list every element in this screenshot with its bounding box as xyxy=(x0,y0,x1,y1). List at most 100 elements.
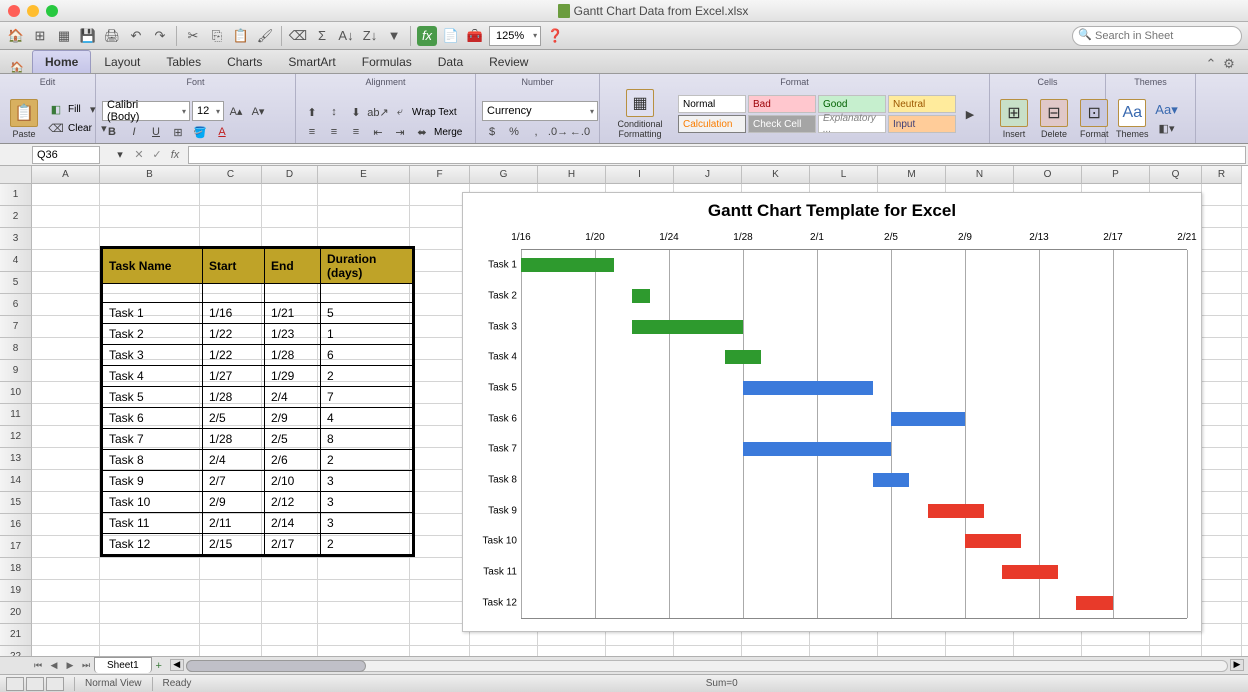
header-end[interactable]: End xyxy=(265,249,321,284)
scroll-left-icon[interactable]: ◀ xyxy=(170,659,184,671)
table-empty-row[interactable] xyxy=(103,284,413,303)
col-header[interactable]: H xyxy=(538,166,606,184)
col-header[interactable]: D xyxy=(262,166,318,184)
filter-icon[interactable]: ▼ xyxy=(384,26,404,46)
cell[interactable]: 4 xyxy=(321,408,413,429)
header-start[interactable]: Start xyxy=(203,249,265,284)
gear-icon[interactable]: ⚙ xyxy=(1220,55,1238,73)
cell[interactable]: 1/21 xyxy=(265,303,321,324)
col-header[interactable]: R xyxy=(1202,166,1242,184)
zoom-selector[interactable]: 125% xyxy=(489,26,541,46)
toolbox-icon[interactable]: 🧰 xyxy=(465,26,485,46)
sheet-tab-active[interactable]: Sheet1 xyxy=(94,657,152,673)
scroll-right-icon[interactable]: ▶ xyxy=(1230,659,1244,671)
theme-colors-icon[interactable]: ◧▾ xyxy=(1157,120,1177,138)
col-header[interactable]: G xyxy=(470,166,538,184)
print-icon[interactable]: 🖨 xyxy=(102,26,122,46)
cell[interactable]: 3 xyxy=(321,492,413,513)
col-header[interactable]: C xyxy=(200,166,262,184)
row-header[interactable]: 18 xyxy=(0,558,32,580)
cell[interactable]: 2/5 xyxy=(203,408,265,429)
cell[interactable]: 8 xyxy=(321,429,413,450)
orientation-icon[interactable]: ab↗ xyxy=(368,103,388,121)
eraser-icon[interactable]: ⌫ xyxy=(46,120,66,138)
gantt-bar[interactable] xyxy=(521,258,614,272)
cells-viewport[interactable]: Task Name Start End Duration (days) Task… xyxy=(32,184,1248,656)
insert-button[interactable]: ⊞Insert xyxy=(996,97,1032,141)
themes-button[interactable]: AaThemes xyxy=(1112,97,1153,141)
tab-smartart[interactable]: SmartArt xyxy=(275,50,348,73)
row-header[interactable]: 16 xyxy=(0,514,32,536)
col-header[interactable]: E xyxy=(318,166,410,184)
row-header[interactable]: 5 xyxy=(0,272,32,294)
style-explanatory[interactable]: Explanatory ... xyxy=(818,115,886,133)
header-task[interactable]: Task Name xyxy=(103,249,203,284)
wrap-text-icon[interactable]: ⤶ xyxy=(390,103,410,121)
cell[interactable]: Task 1 xyxy=(103,303,203,324)
scroll-thumb[interactable] xyxy=(186,660,366,672)
delete-button[interactable]: ⊟Delete xyxy=(1036,97,1072,141)
cell[interactable]: 1/22 xyxy=(203,345,265,366)
font-name-selector[interactable]: Calibri (Body) xyxy=(102,101,190,121)
increase-font-icon[interactable]: A▴ xyxy=(226,102,246,120)
fill-color-icon[interactable]: 🪣 xyxy=(190,123,210,141)
collapse-ribbon-icon[interactable]: ⌃ xyxy=(1202,55,1220,73)
gantt-bar[interactable] xyxy=(632,289,650,303)
table-row[interactable]: Task 122/152/172 xyxy=(103,534,413,555)
cell[interactable]: 2 xyxy=(321,534,413,555)
gantt-bar[interactable] xyxy=(632,320,743,334)
cell[interactable]: 2/17 xyxy=(265,534,321,555)
cell[interactable]: 2/7 xyxy=(203,471,265,492)
maximize-icon[interactable] xyxy=(46,5,58,17)
select-all-corner[interactable] xyxy=(0,166,32,184)
merge-icon[interactable]: ⬌ xyxy=(412,123,432,141)
gantt-chart[interactable]: Gantt Chart Template for Excel 1/161/201… xyxy=(462,192,1202,632)
col-header[interactable]: A xyxy=(32,166,100,184)
gantt-bar[interactable] xyxy=(1076,596,1113,610)
gantt-bar[interactable] xyxy=(891,412,965,426)
last-sheet-icon[interactable]: ⏭ xyxy=(78,659,94,673)
first-sheet-icon[interactable]: ⏮ xyxy=(30,659,46,673)
name-dropdown-icon[interactable]: ▾ xyxy=(110,146,130,164)
table-row[interactable]: Task 102/92/123 xyxy=(103,492,413,513)
align-bottom-icon[interactable]: ⬇ xyxy=(346,103,366,121)
cell[interactable]: 1/29 xyxy=(265,366,321,387)
table-row[interactable]: Task 31/221/286 xyxy=(103,345,413,366)
table-row[interactable]: Task 92/72/103 xyxy=(103,471,413,492)
style-calculation[interactable]: Calculation xyxy=(678,115,746,133)
row-header[interactable]: 15 xyxy=(0,492,32,514)
cut-icon[interactable]: ✂ xyxy=(183,26,203,46)
style-normal[interactable]: Normal xyxy=(678,95,746,113)
add-sheet-icon[interactable]: + xyxy=(152,660,166,672)
fx-label[interactable]: fx xyxy=(166,146,184,164)
cell[interactable]: 2 xyxy=(321,366,413,387)
tab-tables[interactable]: Tables xyxy=(153,50,214,73)
save-icon[interactable]: 💾 xyxy=(78,26,98,46)
cell[interactable]: 1/28 xyxy=(265,345,321,366)
ribbon-home-icon[interactable]: 🏠 xyxy=(10,61,28,73)
header-duration[interactable]: Duration (days) xyxy=(321,249,413,284)
page-layout-icon[interactable] xyxy=(26,677,44,691)
align-left-icon[interactable]: ≡ xyxy=(302,123,322,141)
prev-sheet-icon[interactable]: ◀ xyxy=(46,659,62,673)
conditional-formatting-button[interactable]: ▦Conditional Formatting xyxy=(606,87,674,141)
cell[interactable]: 7 xyxy=(321,387,413,408)
cell[interactable]: 2/11 xyxy=(203,513,265,534)
gantt-bar[interactable] xyxy=(743,442,891,456)
row-header[interactable]: 21 xyxy=(0,624,32,646)
cell[interactable]: Task 11 xyxy=(103,513,203,534)
redo-icon[interactable]: ↷ xyxy=(150,26,170,46)
cell[interactable]: Task 4 xyxy=(103,366,203,387)
search-input[interactable] xyxy=(1072,26,1242,46)
cell[interactable]: 2/15 xyxy=(203,534,265,555)
cell[interactable]: 3 xyxy=(321,471,413,492)
row-header[interactable]: 4 xyxy=(0,250,32,272)
cell[interactable]: 1/16 xyxy=(203,303,265,324)
cell[interactable]: 1/28 xyxy=(203,429,265,450)
row-header[interactable]: 20 xyxy=(0,602,32,624)
row-header[interactable]: 6 xyxy=(0,294,32,316)
help-icon[interactable]: ❓ xyxy=(545,26,565,46)
fx-icon[interactable]: fx xyxy=(417,26,437,46)
cell[interactable]: Task 8 xyxy=(103,450,203,471)
align-middle-icon[interactable]: ↕ xyxy=(324,103,344,121)
